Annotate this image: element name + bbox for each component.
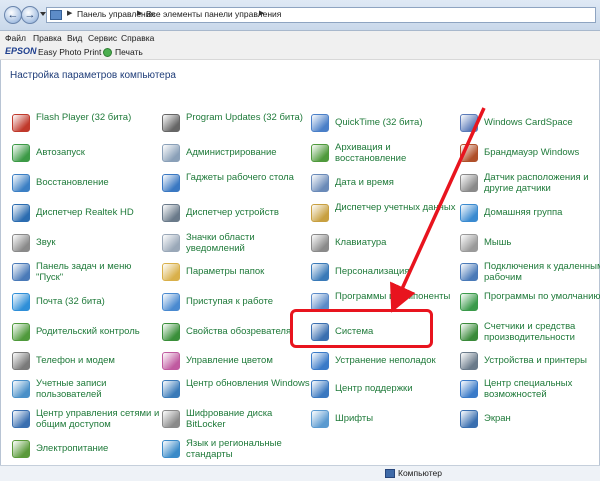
annotation-overlay — [390, 107, 486, 313]
status-label: Компьютер — [398, 468, 442, 478]
computer-icon — [385, 469, 395, 478]
system-highlight-box — [290, 309, 433, 348]
annotation-arrow — [390, 107, 486, 313]
status-bar: Компьютер — [0, 465, 600, 481]
